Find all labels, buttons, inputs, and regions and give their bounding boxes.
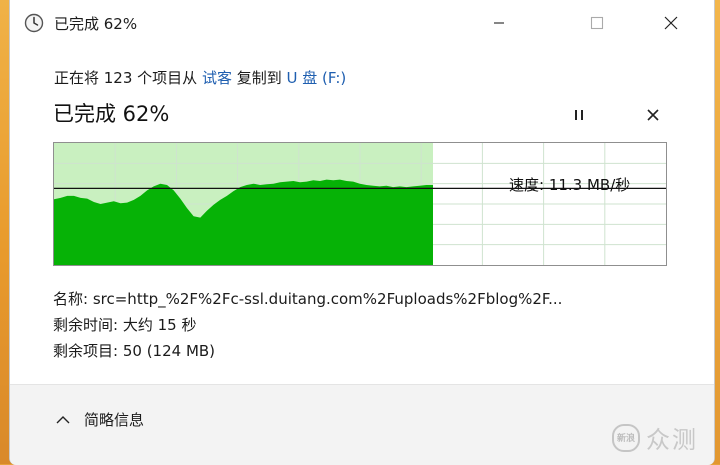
transfer-middle: 复制到 [236,69,282,87]
time-label: 剩余时间: [53,316,119,334]
items-label: 剩余项目: [53,342,119,360]
time-value: 大约 15 秒 [122,316,197,334]
pause-icon [575,110,583,120]
maximize-button[interactable] [574,6,620,40]
transfer-description: 正在将 123 个项目从 试客 复制到 U 盘 (F:) [54,67,346,88]
cancel-icon [647,109,659,121]
transfer-details: 名称: src=http_%2F%2Fc-ssl.duitang.com%2Fu… [53,286,562,364]
minimize-button[interactable] [476,6,522,40]
detail-name-row: 名称: src=http_%2F%2Fc-ssl.duitang.com%2Fu… [53,286,562,312]
name-value: src=http_%2F%2Fc-ssl.duitang.com%2Fuploa… [92,290,563,308]
speed-label: 速度: 11.3 MB/秒 [509,176,631,194]
copy-progress-dialog: 已完成 62% 正在将 123 个项目从 试客 复制到 U 盘 (F:) 已完成… [10,0,714,465]
transfer-prefix: 正在将 123 个项目从 [54,69,198,87]
title-bar: 已完成 62% [10,0,714,48]
source-link[interactable]: 试客 [202,69,232,87]
maximize-icon [590,16,604,30]
progress-status: 已完成 62% [53,102,170,126]
items-value: 50 (124 MB) [122,342,216,360]
clock-icon [24,13,44,33]
less-details-button[interactable]: 简略信息 [56,409,144,430]
watermark-badge: 新浪 [612,423,640,452]
speed-graph [53,142,667,266]
close-button[interactable] [648,6,694,40]
chevron-up-icon [56,415,70,423]
watermark: 新浪 众测 [612,420,698,455]
detail-time-row: 剩余时间: 大约 15 秒 [53,312,562,338]
close-icon [664,16,678,30]
name-label: 名称: [53,290,89,308]
speed-graph-canvas [54,143,666,265]
window-title: 已完成 62% [54,15,138,33]
cancel-button[interactable] [640,102,666,128]
less-details-label: 简略信息 [84,411,145,429]
pause-button[interactable] [566,102,592,128]
dialog-footer: 简略信息 新浪 众测 [10,384,714,465]
destination-link[interactable]: U 盘 (F:) [287,69,347,87]
detail-items-row: 剩余项目: 50 (124 MB) [53,338,562,364]
watermark-text: 众测 [646,426,698,454]
minimize-icon [494,22,504,24]
